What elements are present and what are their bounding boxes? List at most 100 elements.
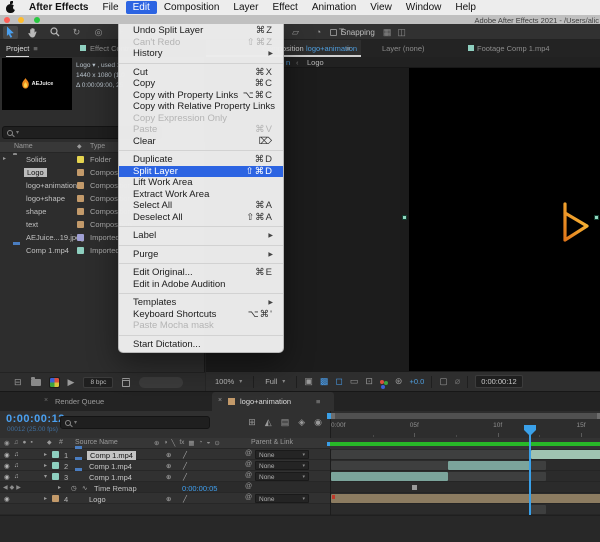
rotation-tool[interactable]: ↻ [69,26,84,39]
effects-icon[interactable]: fx [179,439,184,447]
twirl-icon[interactable]: ▾ [44,473,47,480]
quality-slash-icon[interactable]: ╱ [183,473,187,481]
menubar-item-composition[interactable]: Composition [157,1,227,14]
playhead-line[interactable] [529,425,531,515]
threed-icon[interactable]: ⊙ [214,439,219,447]
label-color-swatch[interactable] [77,182,84,189]
menu-item-cut[interactable]: Cut ⌘X [119,67,283,79]
layer-visibility-icon[interactable]: ◉ [4,473,10,481]
property-value[interactable]: 0:00:00:05 [182,484,217,493]
layer-visibility-icon[interactable]: ◉ [4,451,10,459]
menubar-item-edit[interactable]: Edit [125,1,157,14]
layer-name[interactable]: Comp 1.mp4 [89,462,132,471]
layer-duration-bar[interactable] [531,450,600,459]
layer-row-comp-1-mp4[interactable]: ◉ ♫ ▸ 1 Comp 1.mp4 ⊕ ╱ @ None ▾ [0,449,330,460]
minimize-window-button[interactable] [18,16,24,23]
timeline-search-input[interactable]: ▾ [60,416,210,429]
close-icon[interactable]: × [218,397,222,404]
quality-slash-icon[interactable]: ╱ [183,495,187,503]
menu-item-select-all[interactable]: Select All ⌘A [119,200,283,212]
always-preview-icon[interactable]: ▣ [304,376,313,387]
window-titlebar[interactable]: Adobe After Effects 2021 - /Users/alic [0,15,600,25]
tab-render-queue[interactable]: Render Queue [55,397,104,406]
exposure-value[interactable]: +0.0 [409,377,424,386]
layer-duration-bar[interactable] [447,472,546,481]
column-type[interactable]: Type [90,143,105,150]
snapping-checkbox[interactable] [330,28,337,36]
work-area-bar[interactable] [331,413,600,419]
label-color-swatch[interactable] [77,169,84,176]
shy-layers-icon[interactable]: ▤ [281,417,290,428]
quality-switch-icon[interactable]: ⊕ [166,495,171,503]
tab-footage[interactable]: Footage Comp 1.mp4 [477,44,550,53]
parent-pickwhip-icon[interactable]: @ [245,483,252,490]
label-color-swatch[interactable] [77,156,84,163]
panel-menu-icon[interactable]: ≡ [346,44,350,53]
column-parent-link[interactable]: Parent & Link [251,439,293,446]
layer-visibility-icon[interactable]: ◉ [4,495,10,503]
project-item-name[interactable]: shape [26,207,46,216]
collapse-icon[interactable]: ╲ [171,439,175,447]
layer-row-comp-1-mp4[interactable]: ◉ ♫ ▸ 2 Comp 1.mp4 ⊕ ╱ @ None ▾ [0,460,330,471]
quality-icon[interactable]: ⊕ [154,439,159,447]
menu-item-templates[interactable]: Templates ▶ [119,297,283,309]
mini-flowchart-icon[interactable]: ⊞ [248,417,256,428]
menubar-item-animation[interactable]: Animation [305,1,363,14]
zoom-window-button[interactable] [34,16,40,23]
layer-audio-icon[interactable]: ♫ [14,451,19,458]
hand-tool[interactable] [25,26,40,39]
magnification-dropdown[interactable]: 100% ▾ [211,376,246,387]
shy-icon[interactable]: ◑ [163,439,167,447]
menu-item-edit-original[interactable]: Edit Original... ⌘E [119,267,283,279]
tab-project[interactable]: Project ≡ [6,44,38,57]
region-of-interest-icon[interactable]: ▭ [350,376,359,387]
playhead-marker[interactable] [524,425,536,436]
close-icon[interactable]: × [44,397,48,404]
layer-duration-bar[interactable] [331,461,448,470]
snapshot-icon[interactable]: ▢ [439,376,448,387]
menubar-item-effect[interactable]: Effect [265,1,304,14]
menu-item-keyboard-shortcuts[interactable]: Keyboard Shortcuts ⌥⌘' [119,309,283,321]
selection-tool[interactable] [3,25,18,39]
time-ruler-area[interactable]: 0:00f 05f 10f 15f [327,411,600,438]
snap-guides-icon[interactable]: ◫ [397,27,406,38]
label-color-swatch[interactable] [77,221,84,228]
new-composition-icon[interactable] [48,376,60,388]
project-item-name[interactable]: Comp 1.mp4 [26,246,69,255]
layer-name[interactable]: Comp 1.mp4 [89,473,132,482]
menu-item-copy-with-relative-property-links[interactable]: Copy with Relative Property Links [119,101,283,113]
snap-grid-icon[interactable]: ▦ [383,27,392,38]
parent-pickwhip-icon[interactable]: @ [245,461,252,468]
resolution-dropdown[interactable]: Full ▾ [261,376,289,387]
quality-switch-icon[interactable]: ⊕ [166,451,171,459]
breadcrumb-current[interactable]: Logo [307,58,324,67]
layer-handle-right[interactable] [594,215,599,220]
panel-menu-icon[interactable]: ≡ [33,44,37,53]
project-item-name[interactable]: Logo [24,168,47,177]
label-color-swatch[interactable] [77,195,84,202]
frame-blending-icon[interactable]: ◈ [298,417,305,428]
tab-layer[interactable]: Layer (none) [382,44,425,53]
interpret-footage-icon[interactable]: ⊟ [14,377,22,388]
close-window-button[interactable] [4,16,10,23]
transparency-grid-icon[interactable]: ▩ [320,376,329,387]
layer-handle-left[interactable] [402,215,407,220]
motion-blur-icon[interactable]: ◔ [199,439,203,447]
menu-item-start-dictation[interactable]: Start Dictation... [119,339,283,351]
menubar-item-window[interactable]: Window [399,1,449,14]
menu-item-split-layer[interactable]: Split Layer ⇧⌘D [119,165,283,177]
menu-item-history[interactable]: History ▶ [119,48,283,60]
frame-blend-icon[interactable]: ▦ [188,439,194,447]
twirl-icon[interactable]: ▸ [44,462,47,469]
layer-duration-bar[interactable] [447,461,531,470]
new-folder-icon[interactable] [30,377,41,386]
menu-item-duplicate[interactable]: Duplicate ⌘D [119,154,283,166]
current-timecode[interactable]: 0:00:00:12 [6,413,65,425]
layer-duration-bar[interactable] [331,494,600,503]
label-color-swatch[interactable] [77,234,84,241]
parent-dropdown[interactable]: None ▾ [255,494,309,503]
project-item-name[interactable]: logo+animation [26,181,77,190]
camera-tool[interactable]: ◎ [91,26,106,39]
twirl-icon[interactable]: ▸ [3,155,6,162]
project-item-name[interactable]: AEJuice...19.jpeg [26,233,84,242]
